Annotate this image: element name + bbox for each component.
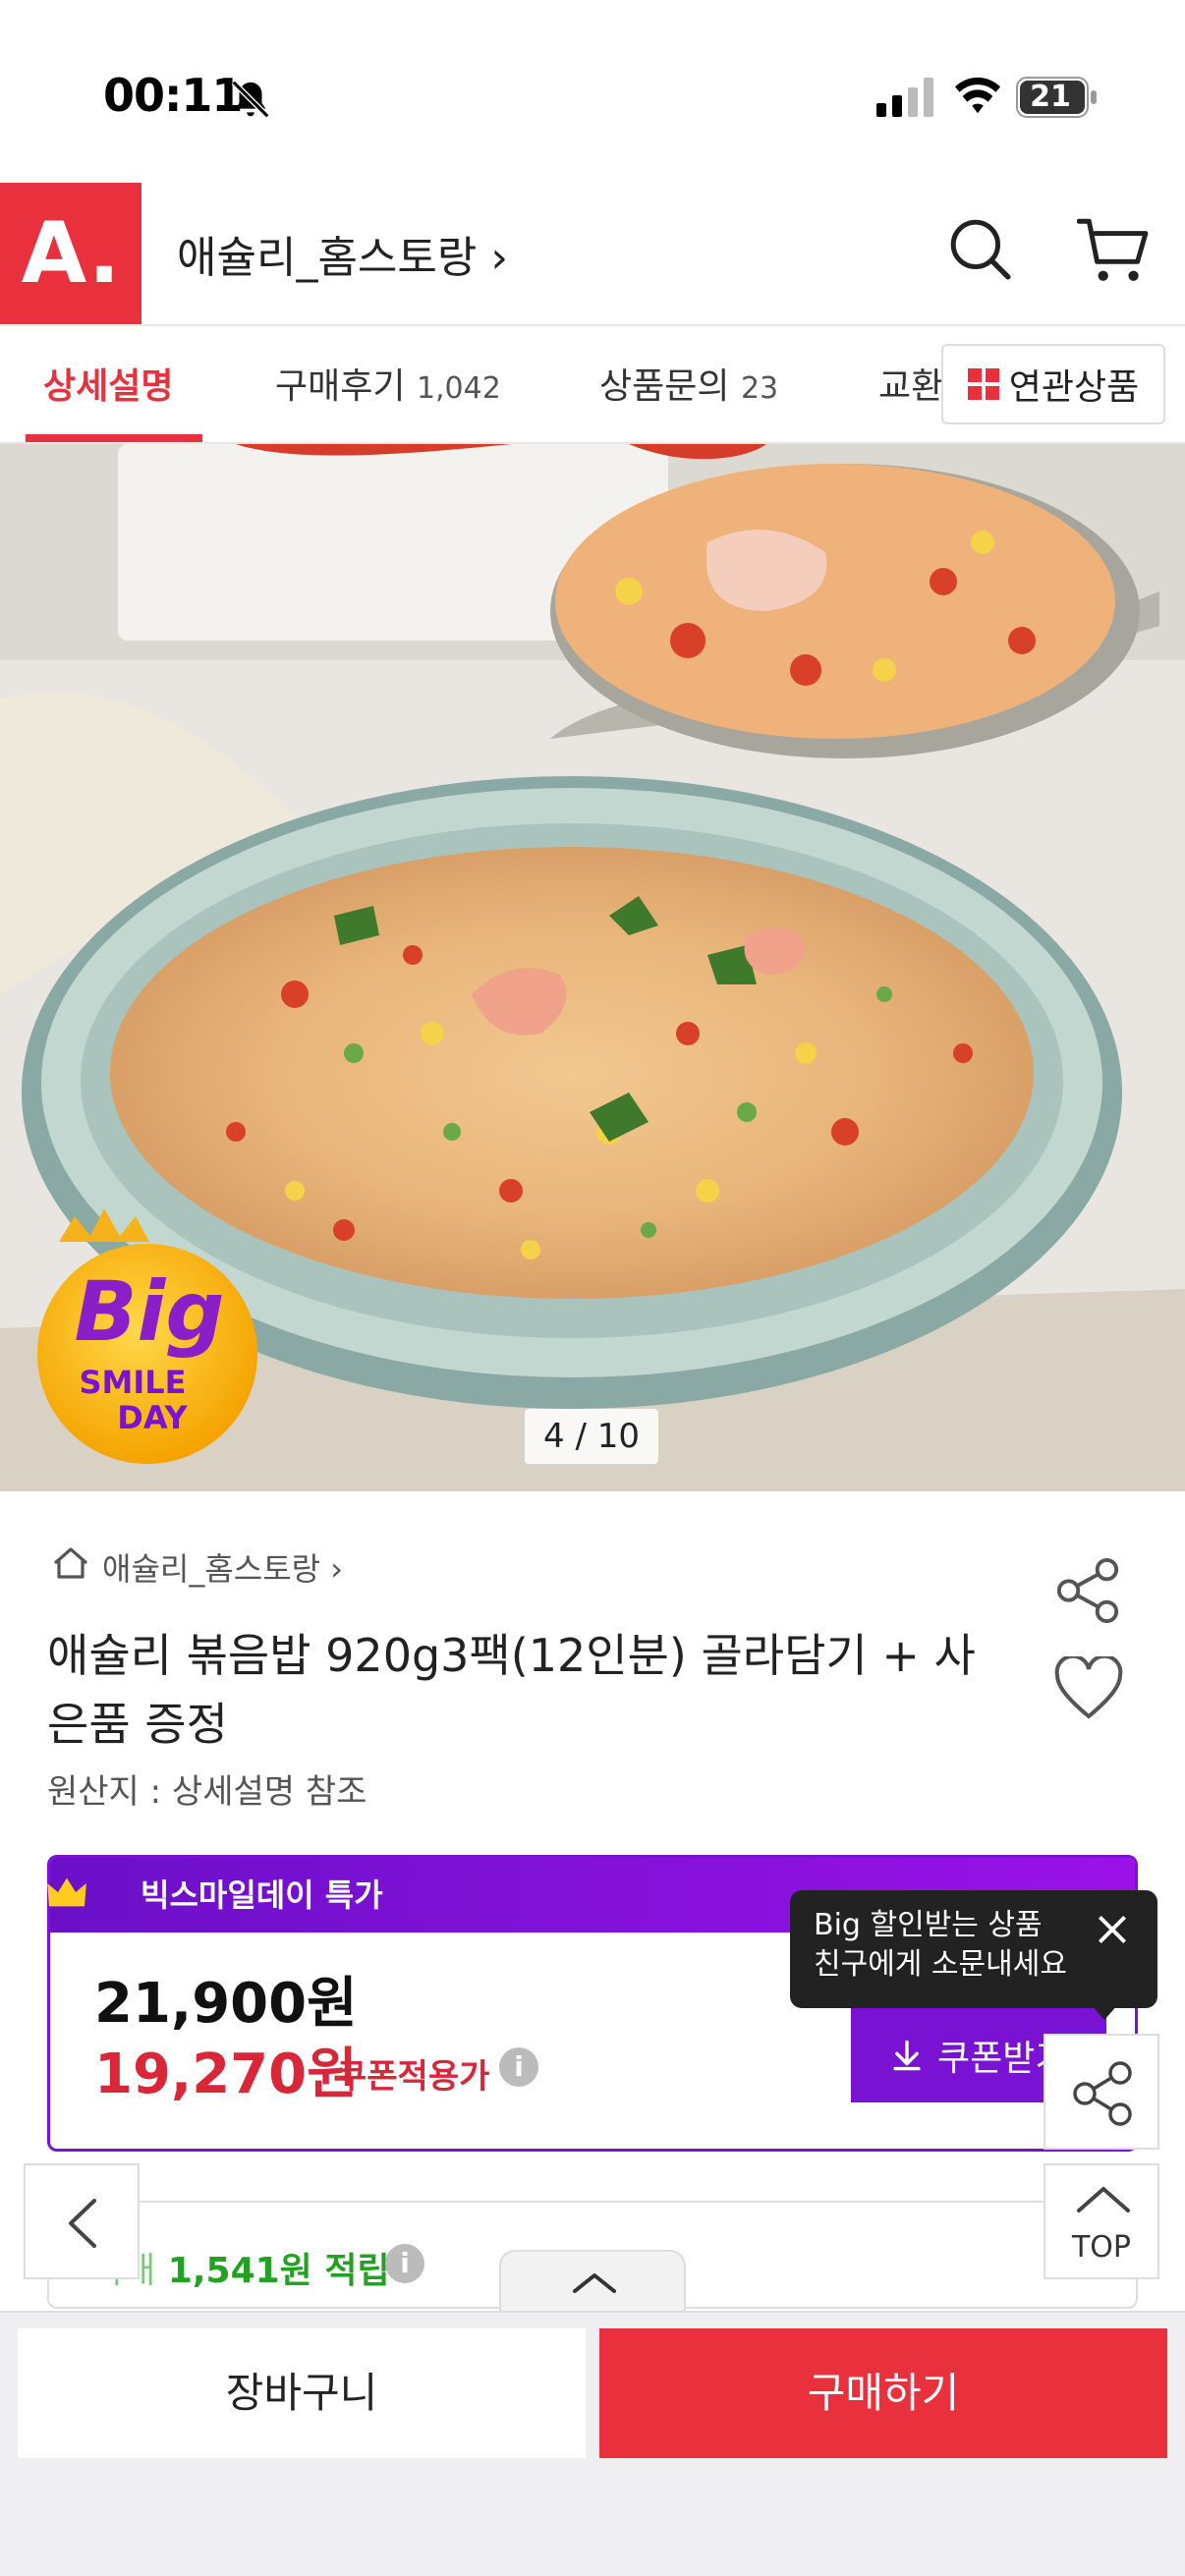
badge-day-text: DAY (117, 1399, 188, 1436)
points-info-icon[interactable]: i (385, 2244, 424, 2283)
heart-icon[interactable] (1053, 1656, 1124, 1721)
tooltip-arrow (1091, 2004, 1118, 2020)
collapse-toggle[interactable] (499, 2250, 686, 2313)
tooltip-line-2: 친구에게 소문내세요 (814, 1947, 1067, 1982)
tab-inquiry[interactable]: 상품문의 23 (599, 358, 778, 409)
download-icon (893, 2040, 921, 2071)
coupon-price-label: 쿠폰적용가 (336, 2057, 490, 2097)
scroll-top-label: TOP (1071, 2230, 1132, 2265)
tab-active-indicator (26, 434, 202, 442)
tab-label: 상품문의 (599, 366, 730, 407)
grid-icon (967, 368, 999, 400)
close-icon[interactable] (1095, 1912, 1130, 1947)
info-icon[interactable]: i (499, 2047, 538, 2087)
chevron-left-icon (69, 2199, 96, 2248)
image-counter: 4 / 10 (525, 1409, 658, 1464)
related-products-label: 연관상품 (1008, 367, 1140, 408)
coupon-price: 19,270원 (94, 2043, 358, 2106)
battery-level: 21 (1030, 80, 1071, 114)
related-products-button[interactable]: 연관상품 (941, 344, 1165, 424)
badge-smile-text: SMILE (79, 1364, 186, 1401)
tab-reviews[interactable]: 구매후기 1,042 (275, 358, 501, 409)
status-time: 00:11 (103, 69, 243, 122)
share-tooltip: Big 할인받는 상품 친구에게 소문내세요 (790, 1890, 1157, 2008)
tab-label: 구매후기 (275, 366, 406, 407)
origin-info: 원산지 : 상세설명 참조 (47, 1772, 367, 1812)
product-image-gallery[interactable]: Big SMILE DAY (0, 444, 1185, 1491)
buy-now-button[interactable]: 구매하기 (599, 2328, 1167, 2458)
floating-share-button[interactable] (1044, 2034, 1159, 2150)
wifi-icon (955, 77, 1000, 114)
bell-off-icon (231, 80, 270, 119)
tab-exchange[interactable]: 교환 (878, 358, 943, 409)
points-amount: 1,541원 적립 (167, 2251, 390, 2291)
product-name: 애슐리 볶음밥 920g3팩(12인분) 골라담기 + 사은품 증정 (47, 1629, 976, 1751)
share-icon (1073, 2061, 1132, 2126)
store-title-link[interactable]: 애슐리_홈스토랑 › (177, 222, 508, 285)
tab-label: 상세설명 (43, 366, 174, 407)
original-price: 21,900원 (94, 1972, 358, 2036)
tab-count: 1,042 (416, 371, 501, 406)
brand-logo[interactable]: A. (0, 183, 141, 324)
tab-label: 교환 (878, 366, 944, 407)
chevron-up-icon (573, 2273, 616, 2293)
back-button[interactable] (24, 2163, 140, 2279)
fried-rice-photo: Big SMILE DAY (0, 444, 1185, 1491)
cart-icon[interactable] (1077, 214, 1150, 285)
chevron-up-icon (1077, 2187, 1130, 2212)
tab-detail[interactable]: 상세설명 (43, 358, 173, 409)
cellular-signal-icon (876, 78, 933, 117)
tab-count: 23 (740, 371, 779, 406)
share-icon[interactable] (1053, 1556, 1122, 1625)
badge-big-text: Big (75, 1263, 225, 1360)
home-icon[interactable] (51, 1544, 90, 1582)
store-breadcrumb[interactable]: 애슐리_홈스토랑 › (102, 1544, 343, 1590)
search-icon[interactable] (947, 216, 1012, 281)
header-divider (0, 324, 1185, 326)
crown-icon (47, 1877, 86, 1907)
add-to-cart-button[interactable]: 장바구니 (18, 2328, 586, 2458)
